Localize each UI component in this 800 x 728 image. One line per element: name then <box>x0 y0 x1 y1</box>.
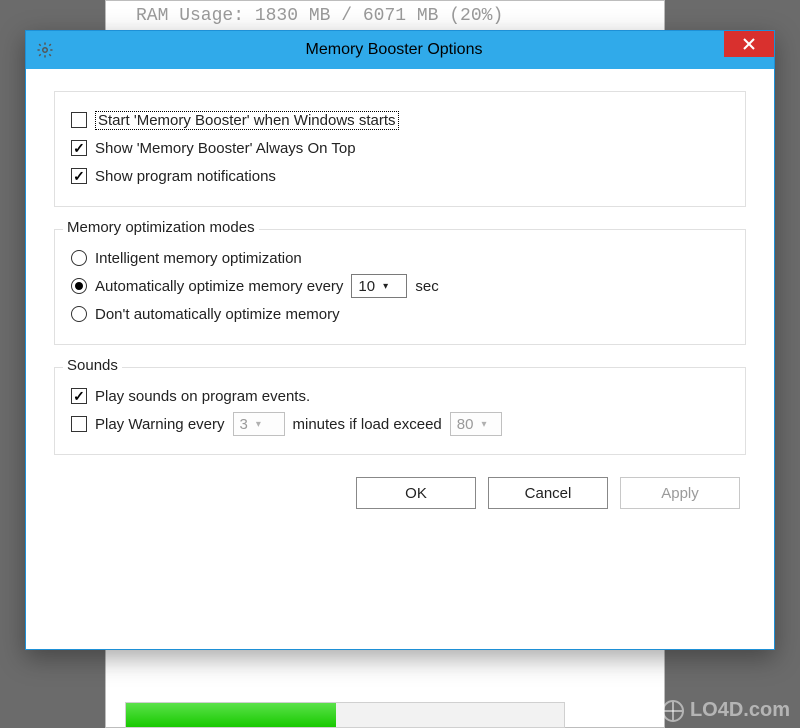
checkbox-play-events[interactable] <box>71 388 87 404</box>
chevron-down-icon: ▾ <box>256 419 261 430</box>
ram-usage-label: RAM Usage: 1830 MB / 6071 MB (20%) <box>136 6 503 26</box>
ram-bar <box>125 702 565 728</box>
select-auto-interval[interactable]: 10 ▾ <box>351 274 407 298</box>
checkbox-play-warning[interactable] <box>71 416 87 432</box>
radio-intelligent[interactable] <box>71 250 87 266</box>
apply-button: Apply <box>620 477 740 509</box>
label-play-events: Play sounds on program events. <box>95 388 310 405</box>
label-auto-unit: sec <box>415 278 438 295</box>
label-play-warning-before: Play Warning every <box>95 416 225 433</box>
radio-off[interactable] <box>71 306 87 322</box>
select-warning-percent-value: 80 <box>457 416 474 433</box>
globe-icon <box>662 700 684 722</box>
chevron-down-icon: ▾ <box>481 419 486 430</box>
chevron-down-icon: ▾ <box>383 281 388 292</box>
group-general: Start 'Memory Booster' when Windows star… <box>54 91 746 207</box>
group-modes: Memory optimization modes Intelligent me… <box>54 229 746 345</box>
select-warning-minutes: 3 ▾ <box>233 412 285 436</box>
dialog-buttons: OK Cancel Apply <box>54 477 746 509</box>
close-icon <box>743 38 755 50</box>
titlebar[interactable]: Memory Booster Options <box>26 31 774 69</box>
select-warning-percent: 80 ▾ <box>450 412 502 436</box>
checkbox-always-on-top[interactable] <box>71 140 87 156</box>
radio-auto[interactable] <box>71 278 87 294</box>
watermark-text: LO4D.com <box>690 699 790 722</box>
watermark: LO4D.com <box>662 699 790 722</box>
legend-modes: Memory optimization modes <box>63 219 259 236</box>
select-auto-interval-value: 10 <box>358 278 375 295</box>
label-always-on-top: Show 'Memory Booster' Always On Top <box>95 140 356 157</box>
dialog-title: Memory Booster Options <box>64 41 724 59</box>
label-start-with-windows: Start 'Memory Booster' when Windows star… <box>95 111 399 130</box>
legend-sounds: Sounds <box>63 357 122 374</box>
checkbox-notifications[interactable] <box>71 168 87 184</box>
label-play-warning-mid: minutes if load exceed <box>293 416 442 433</box>
select-warning-minutes-value: 3 <box>240 416 248 433</box>
label-notifications: Show program notifications <box>95 168 276 185</box>
ok-button[interactable]: OK <box>356 477 476 509</box>
close-button[interactable] <box>724 31 774 57</box>
label-off: Don't automatically optimize memory <box>95 306 340 323</box>
gear-icon <box>26 31 64 69</box>
label-auto: Automatically optimize memory every <box>95 278 343 295</box>
label-intelligent: Intelligent memory optimization <box>95 250 302 267</box>
group-sounds: Sounds Play sounds on program events. Pl… <box>54 367 746 455</box>
cancel-button[interactable]: Cancel <box>488 477 608 509</box>
checkbox-start-with-windows[interactable] <box>71 112 87 128</box>
options-dialog: Memory Booster Options Start 'Memory Boo… <box>25 30 775 650</box>
